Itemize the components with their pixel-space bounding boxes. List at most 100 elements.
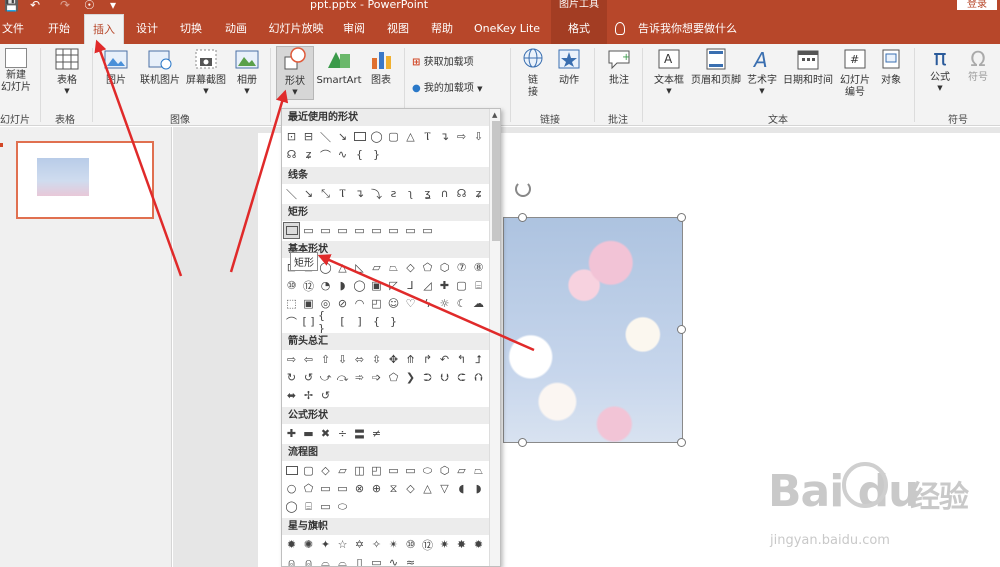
shapes-button[interactable]: 形状 ▼ [276,46,314,100]
card-icon[interactable]: ▭ [318,481,333,496]
screenshot-button[interactable]: 屏幕截图 ▼ [182,48,230,95]
curved-up-arrow-icon[interactable]: ⤻ [318,370,333,385]
tab-insert[interactable]: 插入 [84,14,124,44]
octagon-icon[interactable]: ⑧ [471,260,486,275]
frame-icon[interactable]: ▣ [369,278,384,293]
summing-junction-icon[interactable]: ⊗ [352,481,367,496]
elbow-arrow-shape-icon[interactable]: ↴ [437,129,452,144]
down-arrow-shape-icon[interactable]: ⇩ [471,129,486,144]
left-right-arrow-icon[interactable]: ⬄ [352,352,367,367]
manual-operation-icon[interactable]: ⏢ [471,463,486,478]
tab-format[interactable]: 格式 [551,14,607,44]
arc-shape-icon[interactable]: ⌒ [318,147,333,162]
curved-arrow-connector-icon[interactable]: ʅ [403,186,418,201]
double-brace-icon[interactable]: { } [318,309,333,335]
snip-round-icon[interactable]: ▭ [369,223,384,238]
snip-single-corner-icon[interactable]: ▭ [318,223,333,238]
u-turn-arrow-icon[interactable]: ↶ [437,352,452,367]
elbow-double-arrow-icon[interactable]: ⤵ [369,186,384,201]
slide-thumbnail[interactable] [16,141,154,219]
dodecagon-icon[interactable]: ⑫ [301,278,316,293]
double-wave-icon[interactable]: ≈ [403,555,418,566]
minus-icon[interactable]: ▬ [301,426,316,441]
resize-handle[interactable] [518,438,527,447]
gallery-scrollbar[interactable]: ▲ [489,109,500,566]
curved-down-arrow-icon[interactable]: ⤼ [335,370,350,385]
symbol-button[interactable]: Ω 符号 [960,48,996,84]
curved-left-arrow-icon[interactable]: ↺ [301,370,316,385]
multiply-icon[interactable]: ✖ [318,426,333,441]
smartart-button[interactable]: SmartArt [316,48,362,87]
teardrop-icon[interactable]: ◯ [352,278,367,293]
line-shape-icon[interactable]: ＼ [318,129,333,144]
touch-mode-icon[interactable]: ☉ [84,0,95,12]
sort-icon[interactable]: ◇ [403,481,418,496]
connector-icon[interactable]: ○ [284,481,299,496]
collate-icon[interactable]: ⧖ [386,481,401,496]
arrow-line-shape-icon[interactable]: ↘ [335,129,350,144]
off-page-connector-icon[interactable]: ⬠ [301,481,316,496]
curve-icon[interactable]: ∩ [437,186,452,201]
star-4-icon[interactable]: ✦ [318,537,333,552]
cloud-icon[interactable]: ☁ [471,296,486,311]
undo-icon[interactable]: ↶ [30,0,40,12]
quad-arrow-callout-icon[interactable]: ✢ [301,388,316,403]
arc-basic-icon[interactable]: ⌒ [284,314,299,329]
heart-icon[interactable]: ♡ [403,296,418,311]
star-7-icon[interactable]: ✧ [369,537,384,552]
my-addins-button[interactable]: ● 我的加载项 ▼ [412,80,483,98]
left-right-arrow-callout-icon[interactable]: ⬌ [284,388,299,403]
sequential-access-icon[interactable]: ◯ [284,499,299,514]
sun-icon[interactable]: ☼ [437,296,452,311]
left-right-up-arrow-icon[interactable]: ⤊ [403,352,418,367]
bent-arrow-icon[interactable]: ↱ [420,352,435,367]
extract-icon[interactable]: △ [420,481,435,496]
quad-arrow-icon[interactable]: ✥ [386,352,401,367]
tab-transitions[interactable]: 切换 [172,14,210,44]
circular-arrow-icon[interactable]: ↺ [318,388,333,403]
curved-right-arrow-icon[interactable]: ↻ [284,370,299,385]
tab-view[interactable]: 视图 [380,14,416,44]
triangle-shape-icon[interactable]: △ [403,129,418,144]
stored-data-icon[interactable]: ◖ [454,481,469,496]
notched-right-arrow-icon[interactable]: ➩ [369,370,384,385]
resize-handle[interactable] [677,438,686,447]
scrollbar-thumb[interactable] [492,121,500,241]
oval-basic-icon[interactable]: ◯ [318,260,333,275]
oval-shape-icon[interactable]: ◯ [369,129,384,144]
line-icon[interactable]: ＼ [284,186,299,201]
bent-up-arrow-icon[interactable]: ⮥ [471,352,486,367]
flower-picture[interactable] [503,217,683,443]
cube-icon[interactable]: ⬚ [284,296,299,311]
equal-icon[interactable]: 〓 [352,426,367,441]
right-bracket-icon[interactable]: ] [352,314,367,329]
right-triangle-icon[interactable]: ◺ [352,260,367,275]
pentagon-arrow-icon[interactable]: ⬠ [386,370,401,385]
diagonal-stripe-icon[interactable]: ◿ [420,278,435,293]
l-shape-icon[interactable]: ⅃ [403,278,418,293]
explosion-1-icon[interactable]: ✹ [284,537,299,552]
predefined-process-icon[interactable]: ◫ [352,463,367,478]
datetime-button[interactable]: 日期和时间 [780,48,836,87]
photo-album-button[interactable]: 相册 ▼ [230,48,264,95]
not-equal-icon[interactable]: ≠ [369,426,384,441]
terminator-icon[interactable]: ⬭ [420,463,435,478]
resize-handle[interactable] [518,213,527,222]
rectangle-icon[interactable] [283,222,300,239]
up-down-arrow-icon[interactable]: ⇳ [369,352,384,367]
block-arc-icon[interactable]: ◠ [352,296,367,311]
curve-shape-icon[interactable]: ∿ [335,147,350,162]
double-arrow-line-icon[interactable]: ⤡ [318,186,333,201]
vertical-scroll-icon[interactable]: ▯ [352,555,367,566]
rotate-handle-icon[interactable] [515,181,531,197]
diamond-icon[interactable]: ◇ [403,260,418,275]
hexagon-icon[interactable]: ⬡ [437,260,452,275]
multidocument-icon[interactable]: ▭ [403,463,418,478]
tab-design[interactable]: 设计 [128,14,166,44]
link-button[interactable]: 链 接 [518,48,548,99]
half-frame-icon[interactable]: ◸ [386,278,401,293]
pentagon-icon[interactable]: ⬠ [420,260,435,275]
arrow-line-icon[interactable]: ↘ [301,186,316,201]
down-arrow-icon[interactable]: ⇩ [335,352,350,367]
star-32-icon[interactable]: ✹ [471,537,486,552]
